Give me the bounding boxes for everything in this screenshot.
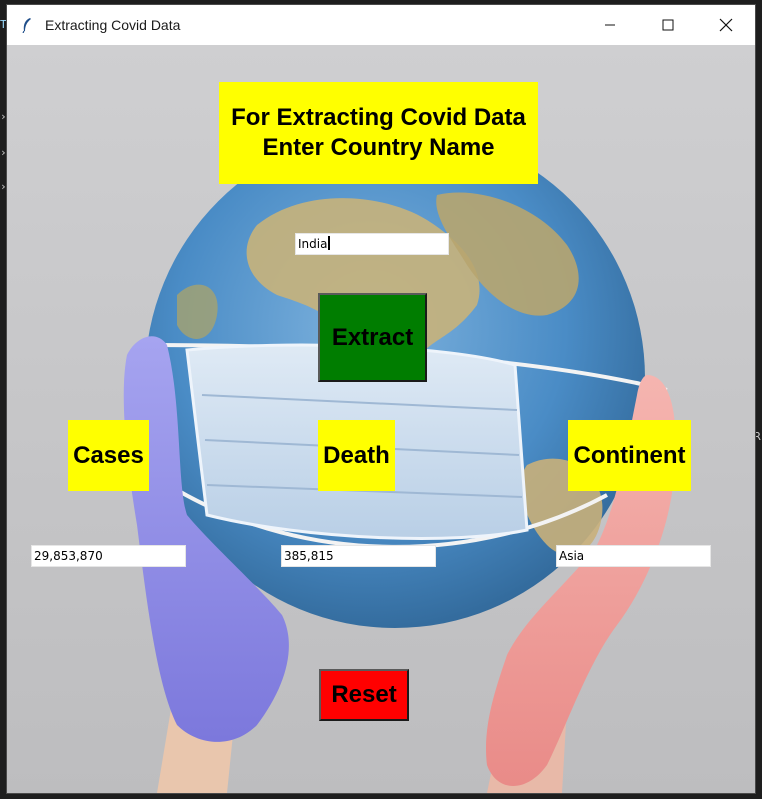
heading-line-2: Enter Country Name (262, 134, 495, 161)
app-canvas: For Extracting Covid Data Enter Country … (7, 45, 755, 793)
heading-line-1: For Extracting Covid Data (231, 104, 526, 131)
continent-field[interactable]: Asia (556, 545, 711, 567)
death-field[interactable]: 385,815 (281, 545, 436, 567)
close-icon (719, 18, 733, 32)
maximize-button[interactable] (639, 5, 697, 45)
extract-button[interactable]: Extract (318, 293, 427, 382)
app-window: Extracting Covid Data For Extracting Cov… (6, 4, 756, 794)
window-title: Extracting Covid Data (45, 17, 181, 33)
feather-icon (22, 18, 31, 33)
text-caret (328, 236, 331, 250)
reset-button[interactable]: Reset (319, 669, 409, 721)
minimize-button[interactable] (581, 5, 639, 45)
continent-label: Continent (568, 420, 691, 491)
death-label: Death (318, 420, 395, 491)
cases-label: Cases (68, 420, 149, 491)
title-bar: Extracting Covid Data (7, 5, 755, 45)
cases-field[interactable]: 29,853,870 (31, 545, 186, 567)
maximize-icon (662, 19, 674, 31)
instruction-heading: For Extracting Covid Data Enter Country … (219, 82, 538, 184)
country-input-value: India (298, 237, 328, 251)
close-button[interactable] (697, 5, 755, 45)
minimize-icon (605, 24, 615, 26)
country-input[interactable]: India (295, 233, 449, 255)
